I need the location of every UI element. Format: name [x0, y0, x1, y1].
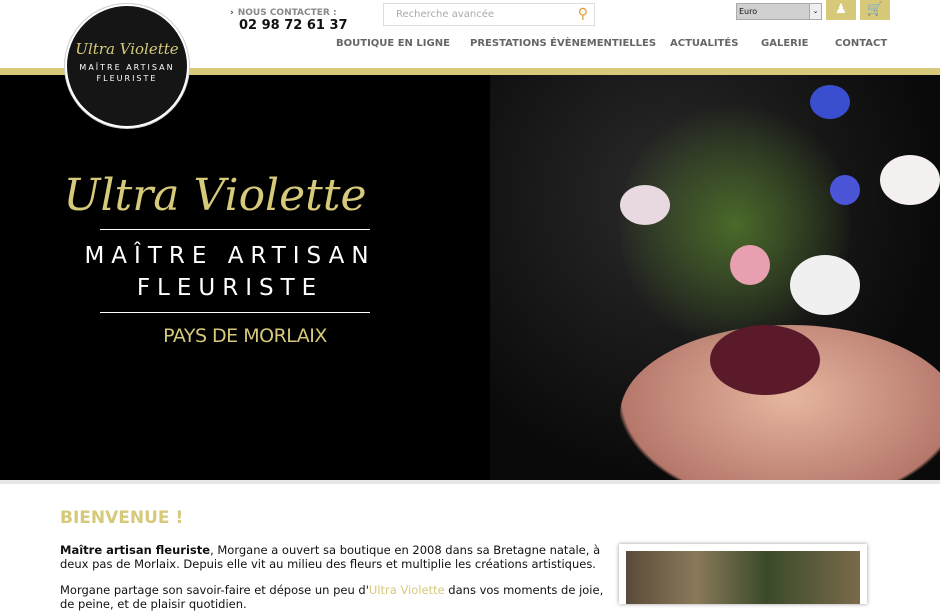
contact-block: › NOUS CONTACTER : 02 98 72 61 37 — [230, 8, 348, 33]
chevron-down-icon: ⌄ — [809, 4, 821, 19]
currency-select[interactable]: Euro ⌄ — [736, 3, 822, 20]
account-button[interactable]: ♟ — [826, 0, 856, 20]
divider — [100, 312, 370, 313]
phone-number[interactable]: 02 98 72 61 37 — [239, 18, 348, 33]
divider — [100, 229, 370, 230]
welcome-section: BIENVENUE ! Maître artisan fleuriste, Mo… — [60, 508, 604, 611]
nav-prestations[interactable]: PRESTATIONS ÉVÈNEMENTIELLES — [470, 38, 656, 49]
chevron-right-icon: › — [230, 8, 234, 18]
cart-icon: 🛒 — [866, 2, 884, 17]
search-input[interactable]: Recherche avancée ⚲ — [383, 3, 595, 26]
nav-boutique[interactable]: BOUTIQUE EN LIGNE — [336, 38, 450, 49]
contact-label: NOUS CONTACTER : — [237, 8, 337, 18]
bouquet-photo — [490, 75, 940, 480]
hero-banner: Ultra Violette MAÎTRE ARTISAN FLEURISTE … — [0, 75, 940, 480]
search-icon[interactable]: ⚲ — [578, 6, 588, 22]
nav-contact[interactable]: CONTACT — [835, 38, 887, 49]
welcome-title: BIENVENUE ! — [60, 508, 184, 528]
user-icon: ♟ — [835, 2, 847, 17]
nav-galerie[interactable]: GALERIE — [761, 38, 808, 49]
logo[interactable]: Ultra Violette MAÎTRE ARTISAN FLEURISTE — [65, 4, 189, 128]
hero-brand: Ultra Violette — [63, 170, 367, 221]
cart-button[interactable]: 🛒 — [860, 0, 890, 20]
nav-actualites[interactable]: ACTUALITÉS — [670, 38, 738, 49]
shop-photo — [619, 544, 867, 604]
